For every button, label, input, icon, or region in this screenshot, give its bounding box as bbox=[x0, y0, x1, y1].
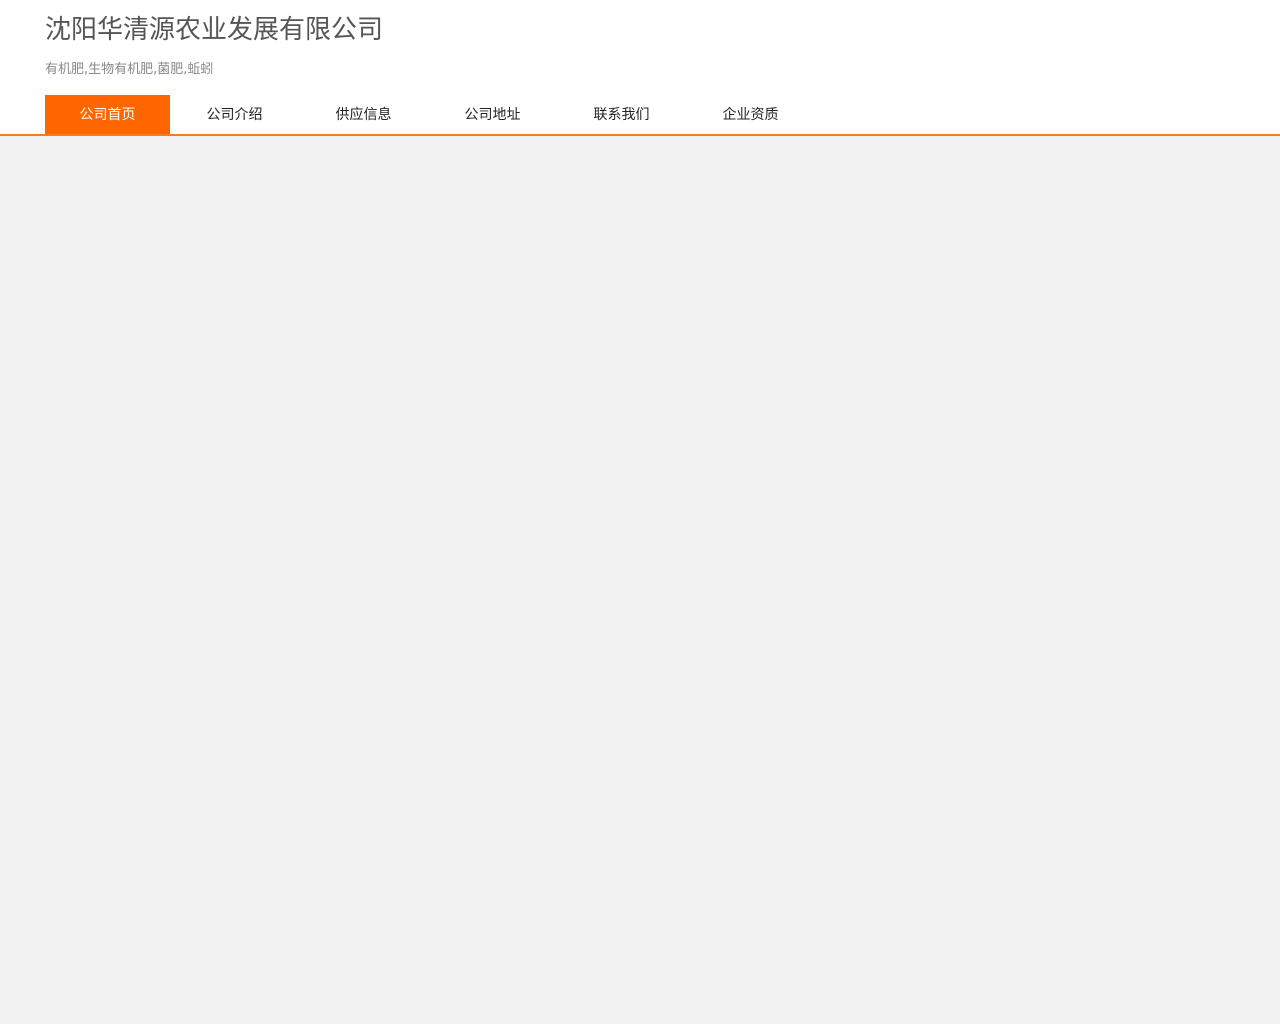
site-header: 沈阳华清源农业发展有限公司 有机肥,生物有机肥,菌肥,蚯蚓 公司首页 公司介绍 … bbox=[0, 0, 1280, 136]
main-nav: 公司首页 公司介绍 供应信息 公司地址 联系我们 企业资质 bbox=[45, 95, 815, 134]
main-content-area bbox=[0, 136, 1280, 1024]
nav-item-home[interactable]: 公司首页 bbox=[45, 95, 170, 134]
site-title: 沈阳华清源农业发展有限公司 bbox=[45, 15, 384, 45]
nav-item-about[interactable]: 公司介绍 bbox=[170, 95, 299, 134]
nav-item-contact[interactable]: 联系我们 bbox=[557, 95, 686, 134]
nav-item-address[interactable]: 公司地址 bbox=[428, 95, 557, 134]
nav-item-supply[interactable]: 供应信息 bbox=[299, 95, 428, 134]
site-tagline: 有机肥,生物有机肥,菌肥,蚯蚓 bbox=[45, 62, 214, 77]
nav-item-qualification[interactable]: 企业资质 bbox=[686, 95, 815, 134]
